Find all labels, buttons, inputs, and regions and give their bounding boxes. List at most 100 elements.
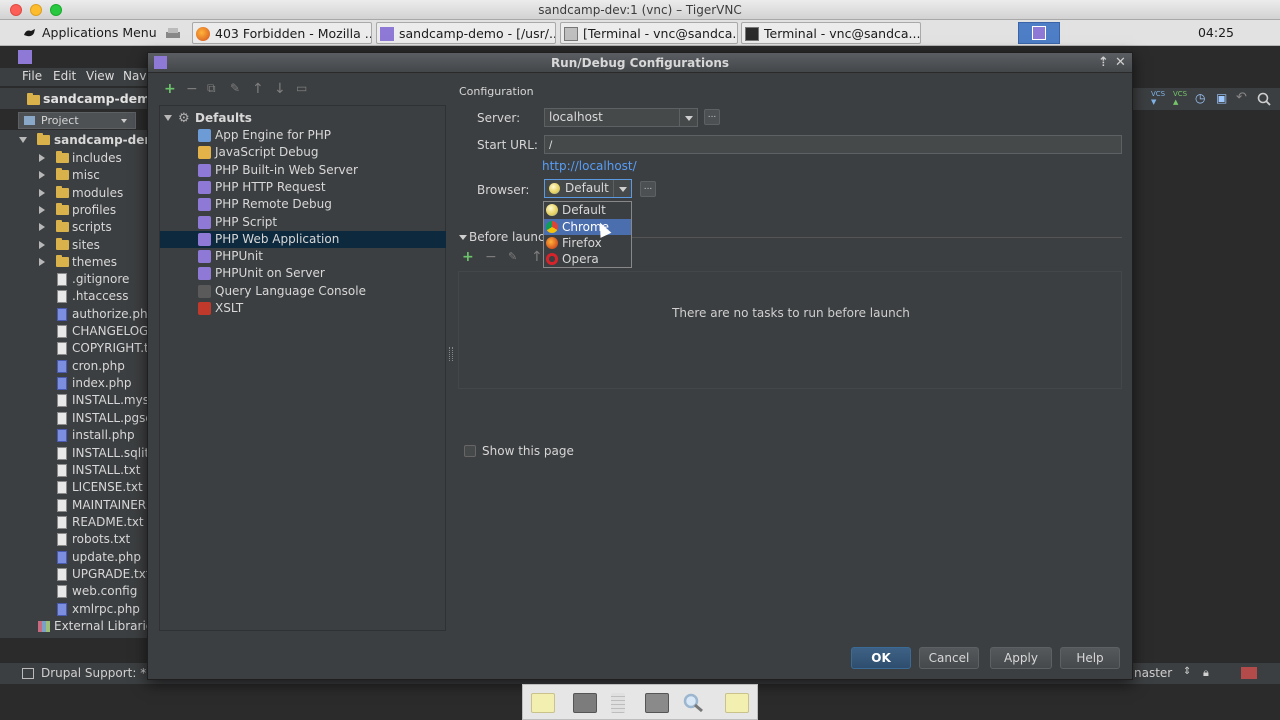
tree-item-label: CHANGELOG.t [72,324,157,339]
wrench-icon[interactable]: ✎ [230,81,240,95]
text-editor-icon[interactable] [611,693,625,713]
browser-option-chrome[interactable]: Chrome [544,219,631,235]
window-minimize-button[interactable] [30,4,42,16]
branch-dropdown-icon[interactable]: ⇕ [1183,666,1191,677]
phpstorm-tray-button[interactable] [1018,22,1060,44]
nav-project-title[interactable]: sandcamp-demo [43,91,159,106]
apply-button[interactable]: Apply [990,647,1052,669]
expand-arrow-icon[interactable] [39,257,45,266]
copy-icon[interactable]: ⧉ [207,81,216,96]
remove-task-icon[interactable]: − [485,249,497,265]
folder-icon[interactable] [725,693,749,713]
menu-edit[interactable]: Edit [53,69,76,83]
undo-icon[interactable]: ↶ [1236,90,1247,105]
move-task-up-icon[interactable]: ↑ [531,249,543,265]
menu-navigate[interactable]: Navi [123,69,150,83]
window-zoom-button[interactable] [50,4,62,16]
file-manager-icon[interactable] [531,693,555,713]
event-log-icon[interactable] [1241,667,1257,679]
terminal-icon[interactable] [573,693,597,713]
config-tree-item[interactable]: PHP Script [160,214,446,231]
collapse-arrow-icon[interactable] [459,235,467,240]
xslt-icon [198,302,211,315]
show-page-label[interactable]: Show this page [482,444,574,458]
maximize-icon[interactable]: ⇡ [1098,55,1109,71]
browser-settings-button[interactable]: ... [640,181,656,197]
move-up-icon[interactable]: ↑ [252,81,264,97]
status-message[interactable]: Drupal Support: *.i [41,666,153,680]
chevron-down-icon [679,109,697,126]
monitor-icon[interactable] [645,693,669,713]
add-icon[interactable]: + [164,81,176,97]
start-url-link[interactable]: http://localhost/ [542,159,637,173]
expand-arrow-icon[interactable] [39,205,45,214]
tree-item-label: INSTALL.txt [72,462,141,477]
menu-view[interactable]: View [86,69,114,83]
task-terminal-2[interactable]: Terminal - vnc@sandca... [741,22,921,44]
before-launch-title[interactable]: Before launch [469,230,552,244]
tree-item-label: INSTALL.mysq [72,393,157,408]
config-tree-item[interactable]: PHP HTTP Request [160,179,446,196]
start-url-label: Start URL: [477,138,538,152]
vcs-branch-label[interactable]: naster [1134,666,1172,680]
config-tree-item[interactable]: JavaScript Debug [160,144,446,161]
expand-arrow-icon[interactable] [19,137,27,143]
phpstorm-logo-icon [154,56,167,69]
expand-arrow-icon[interactable] [39,240,45,249]
chevron-down-icon [121,119,127,123]
show-page-checkbox[interactable] [464,445,476,457]
vcs-update-icon[interactable]: VCS ▼ [1151,90,1165,106]
browser-option-firefox[interactable]: Firefox [544,235,631,251]
task-terminal-1[interactable]: [Terminal - vnc@sandca... [560,22,738,44]
folder-icon [56,254,69,267]
expand-arrow-icon[interactable] [39,154,45,162]
task-firefox[interactable]: 403 Forbidden - Mozilla ... [192,22,372,44]
expand-arrow-icon[interactable] [164,115,172,121]
ok-button[interactable]: OK [851,647,911,669]
expand-arrow-icon[interactable] [39,171,45,180]
tree-defaults[interactable]: ⚙ Defaults [160,110,446,127]
browser-select[interactable]: Default [544,179,632,198]
expand-arrow-icon[interactable] [39,223,45,232]
server-browse-button[interactable]: ... [704,109,720,125]
expand-arrow-icon[interactable] [39,188,45,197]
browser-option-default[interactable]: Default [544,202,631,218]
cancel-button[interactable]: Cancel [919,647,979,669]
add-task-icon[interactable]: + [462,249,474,265]
config-tree-item[interactable]: PHP Built-in Web Server [160,162,446,179]
lock-icon[interactable]: 🔒︎ [1203,666,1209,680]
search-everywhere-icon[interactable] [1257,92,1271,106]
search-icon[interactable] [681,693,705,713]
menu-file[interactable]: File [22,69,42,83]
tree-item-label: INSTALL.pgsq [72,410,154,425]
project-view-selector[interactable]: Project [18,112,136,129]
vcs-commit-icon[interactable]: VCS ▲ [1173,90,1187,106]
config-tree-item[interactable]: Query Language Console [160,283,446,300]
config-tree-item[interactable]: PHPUnit [160,248,446,265]
config-tree-item[interactable]: PHPUnit on Server [160,265,446,282]
vcs-history-icon[interactable]: ◷ [1195,91,1205,105]
php-file-icon [57,377,67,391]
folder-icon [56,168,69,181]
task-phpstorm[interactable]: sandcamp-demo - [/usr/... [376,22,556,44]
folder-icon[interactable]: ▭ [296,81,307,95]
edit-task-icon[interactable]: ✎ [508,250,517,263]
phpstorm-icon [380,27,394,41]
close-icon[interactable]: ✕ [1115,55,1126,71]
config-tree-item[interactable]: PHP Web Application [160,230,446,248]
help-button[interactable]: Help [1060,647,1120,669]
start-url-input[interactable] [544,135,1122,154]
config-tree-item[interactable]: PHP Remote Debug [160,196,446,213]
server-select[interactable]: localhost [544,108,698,127]
browser-option-opera[interactable]: Opera [544,251,631,267]
window-close-button[interactable] [10,4,22,16]
show-desktop-icon[interactable] [165,27,181,39]
pane-splitter[interactable] [449,347,453,361]
config-tree-item[interactable]: XSLT [160,300,446,317]
status-toggle-icon[interactable] [22,668,34,679]
remove-icon[interactable]: − [186,81,198,97]
applications-menu-button[interactable]: Applications Menu [20,22,156,44]
config-tree-item[interactable]: App Engine for PHP [160,127,446,144]
move-down-icon[interactable]: ↓ [274,81,286,97]
vcs-compare-icon[interactable]: ▣ [1216,91,1227,105]
